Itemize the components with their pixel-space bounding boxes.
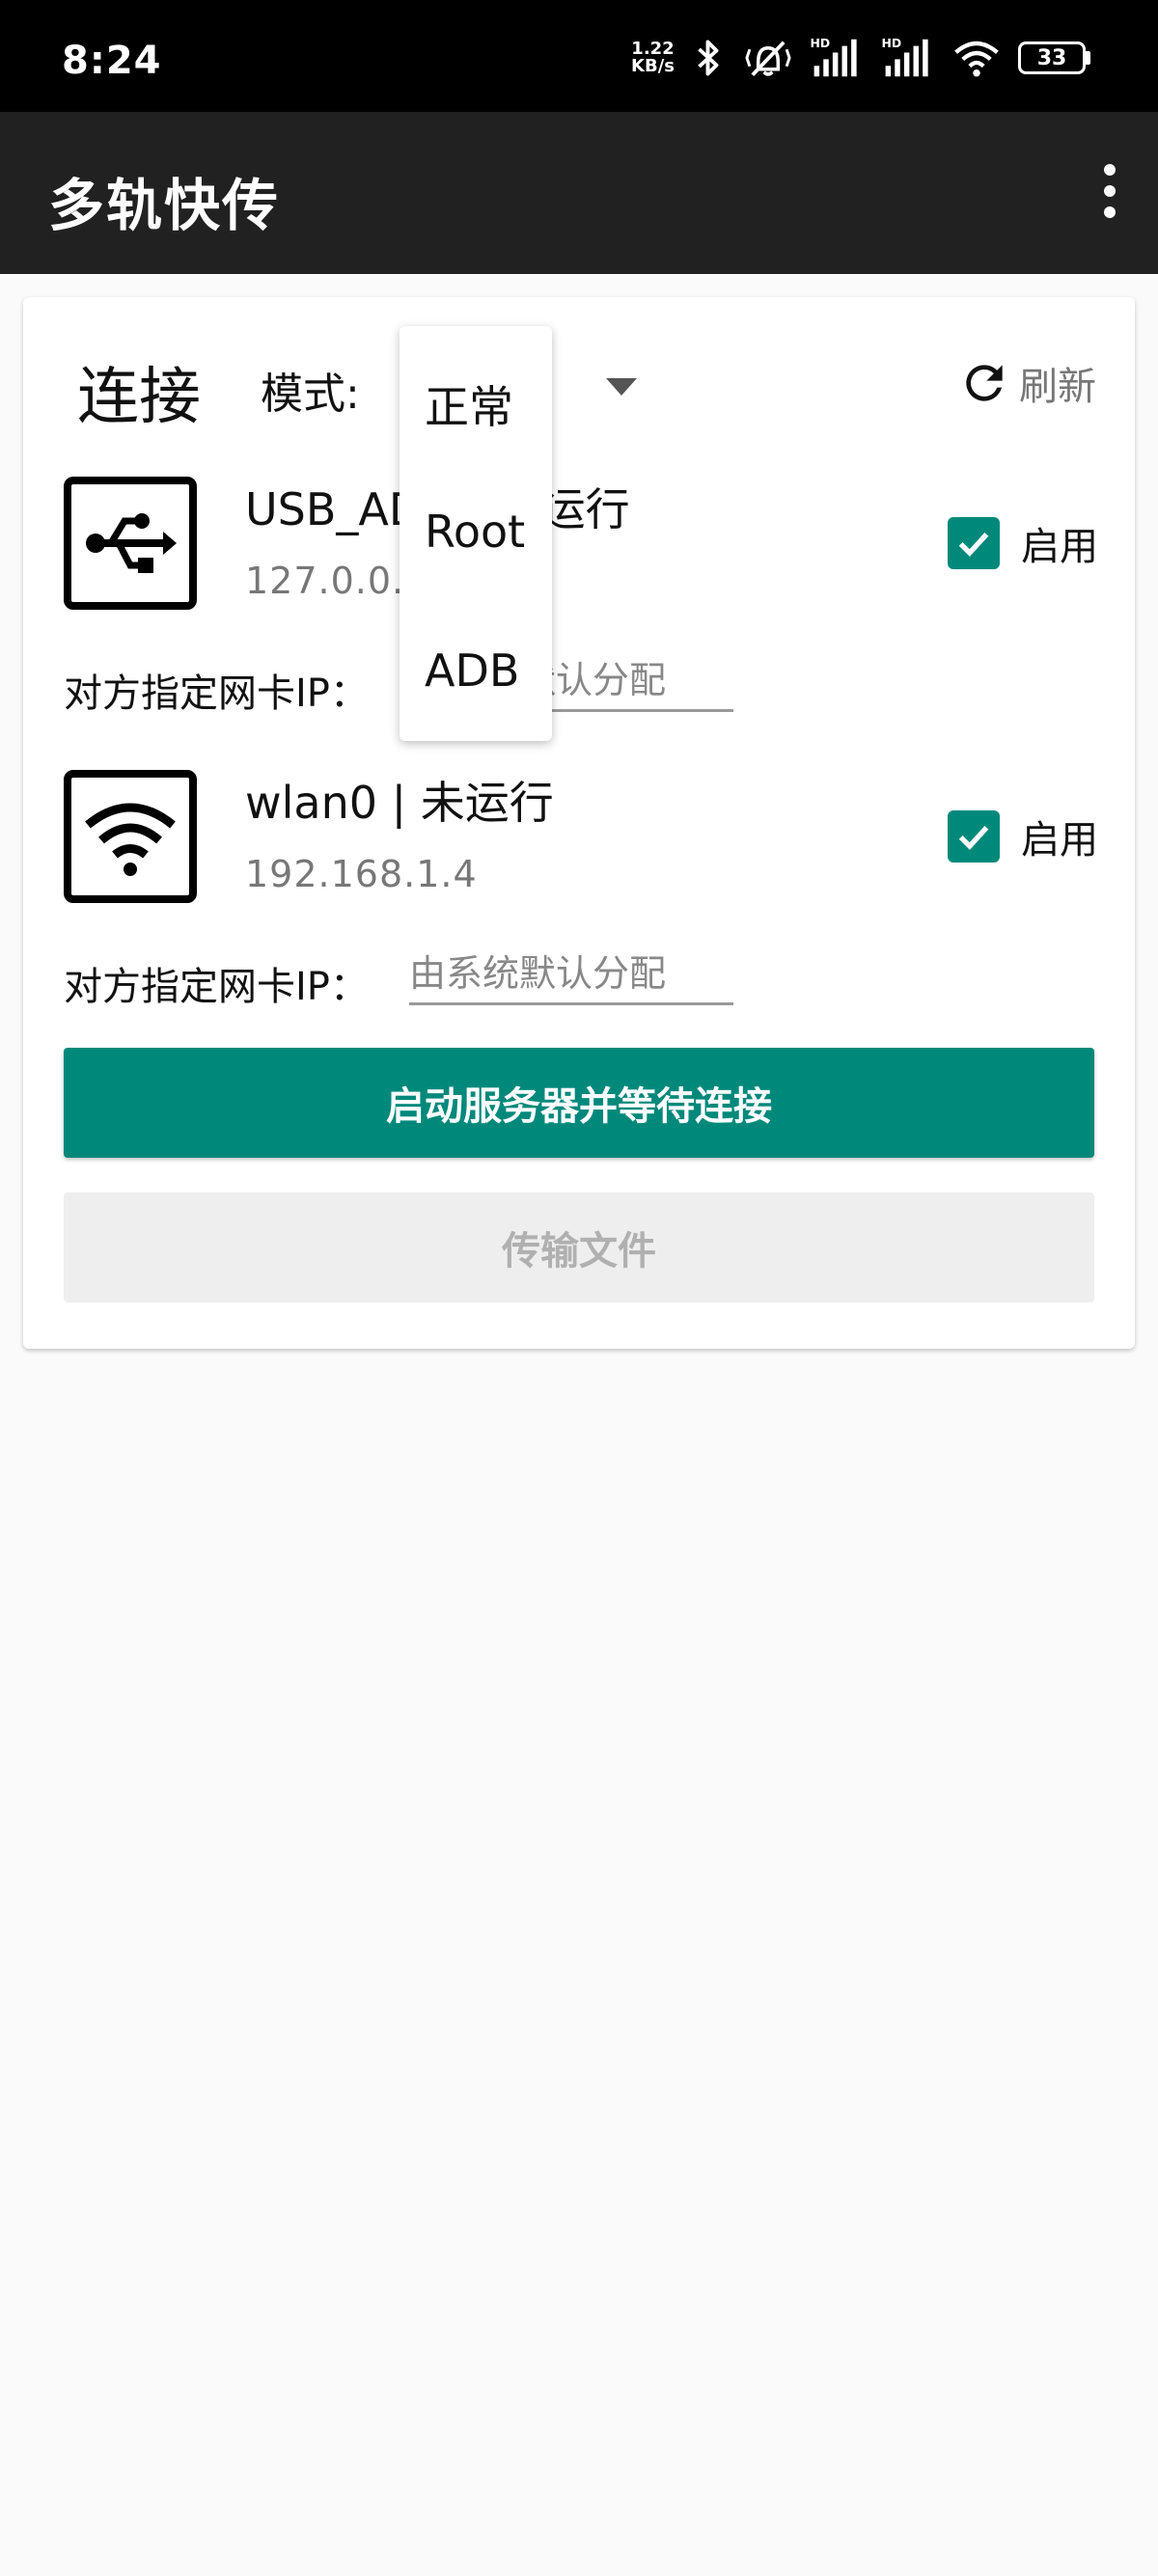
mode-option-normal[interactable]: 正常 bbox=[425, 372, 513, 436]
mode-label: 模式: bbox=[261, 370, 360, 419]
peer-ip-input[interactable] bbox=[409, 944, 733, 1005]
enable-label: 启用 bbox=[1021, 525, 1098, 569]
vibrate-off-icon bbox=[745, 41, 791, 76]
status-time: 8:24 bbox=[62, 39, 162, 83]
enable-toggle-wlan[interactable]: 启用 bbox=[948, 808, 1098, 864]
app-title: 多轨快传 bbox=[48, 173, 281, 238]
signal-2-icon: HD bbox=[882, 37, 928, 77]
refresh-button[interactable]: 刷新 bbox=[957, 355, 1096, 411]
mode-dropdown-arrow-icon[interactable] bbox=[606, 378, 637, 396]
wifi-icon bbox=[64, 770, 197, 903]
bluetooth-icon bbox=[698, 40, 719, 76]
peer-ip-label: 对方指定网卡IP： bbox=[64, 671, 369, 716]
enable-toggle-usb[interactable]: 启用 bbox=[948, 515, 1098, 571]
enable-checkbox[interactable] bbox=[948, 517, 1000, 569]
mode-dropdown-menu: 正常 Root ADB bbox=[400, 326, 552, 741]
wifi-icon bbox=[954, 41, 999, 77]
interface-ip: 192.168.1.4 bbox=[245, 853, 478, 895]
transfer-files-button[interactable]: 传输文件 bbox=[64, 1192, 1094, 1302]
check-icon bbox=[958, 826, 989, 850]
status-bar: 8:24 1.22 KB/s HD HD 33 bbox=[0, 0, 1158, 112]
status-icons: 1.22 KB/s HD HD 33 bbox=[631, 37, 1090, 79]
net-speed-unit: KB/s bbox=[631, 56, 675, 76]
hd-label-1: HD bbox=[811, 37, 831, 50]
enable-label: 启用 bbox=[1021, 818, 1098, 863]
interface-row-usb: USB_ADB | 未运行 127.0.0.1 启用 对方指定网卡IP： bbox=[64, 477, 1106, 766]
enable-checkbox[interactable] bbox=[948, 810, 1000, 863]
more-vert-icon[interactable] bbox=[1090, 162, 1129, 220]
app-bar: 多轨快传 bbox=[0, 112, 1158, 274]
interface-row-wlan: wlan0 | 未运行 192.168.1.4 启用 对方指定网卡IP： bbox=[64, 770, 1106, 1059]
connection-card: 连接 模式: 刷新 USB_ADB | 未运行 127.0.0.1 bbox=[23, 297, 1135, 1349]
mode-option-root[interactable]: Root bbox=[425, 506, 525, 558]
usb-icon bbox=[64, 477, 197, 610]
connection-title: 连接 bbox=[77, 362, 201, 433]
refresh-icon bbox=[966, 365, 1003, 401]
peer-ip-label: 对方指定网卡IP： bbox=[64, 965, 369, 1009]
interface-name: wlan0 | 未运行 bbox=[245, 777, 554, 829]
mode-option-adb[interactable]: ADB bbox=[425, 644, 519, 697]
start-server-button[interactable]: 启动服务器并等待连接 bbox=[64, 1048, 1094, 1158]
net-speed: 1.22 KB/s bbox=[631, 41, 675, 75]
battery-level: 33 bbox=[1018, 41, 1086, 74]
battery-icon: 33 bbox=[1018, 41, 1090, 74]
hd-label-2: HD bbox=[882, 37, 902, 50]
check-icon bbox=[958, 533, 989, 557]
refresh-label: 刷新 bbox=[1019, 365, 1096, 409]
signal-1-icon: HD bbox=[811, 37, 857, 77]
